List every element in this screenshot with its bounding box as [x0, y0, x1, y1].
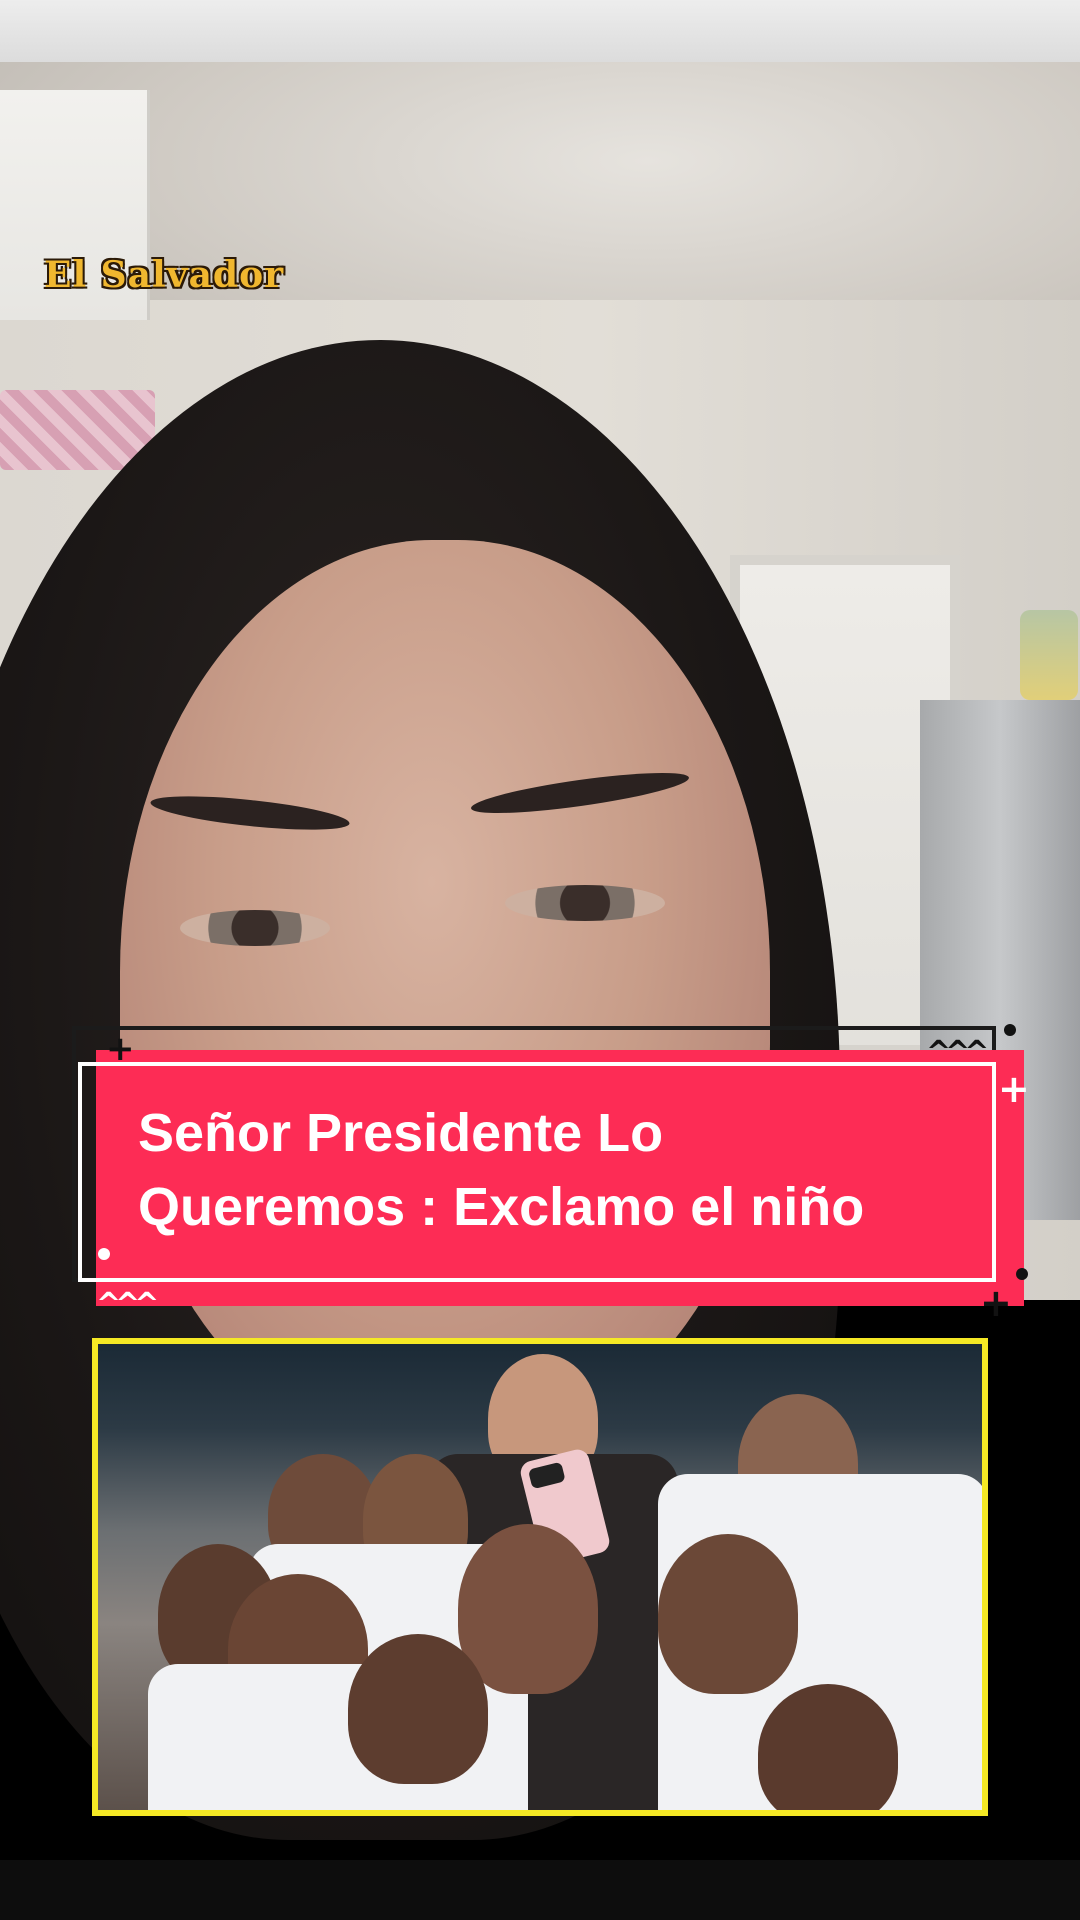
caption-text: Señor Presidente Lo Queremos : Exclamo e… — [138, 1096, 998, 1244]
zigzag-deco-icon: ^^^ — [96, 1287, 159, 1322]
photo-person — [348, 1634, 488, 1784]
presenter-eye-right — [505, 885, 665, 921]
zigzag-deco-icon: ^^^ — [926, 1035, 989, 1070]
watermark-text: El Salvador — [44, 254, 285, 296]
photo-person — [758, 1684, 898, 1810]
top-bar — [0, 0, 1080, 62]
dot-deco-icon — [98, 1248, 110, 1260]
dot-deco-icon — [1004, 1024, 1016, 1036]
plus-deco-icon: + — [980, 1281, 1012, 1325]
background-jar — [1020, 610, 1078, 700]
plus-deco-icon: + — [998, 1067, 1030, 1111]
caption-line-1: Señor Presidente Lo — [138, 1103, 664, 1163]
photo-person — [658, 1534, 798, 1694]
bottom-shade — [0, 1860, 1080, 1920]
embedded-photo — [92, 1338, 988, 1816]
dot-deco-icon — [1016, 1268, 1028, 1280]
video-frame[interactable]: El Salvador Señor Presidente Lo Queremos… — [0, 0, 1080, 1920]
photo-person — [458, 1524, 598, 1694]
plus-deco-icon: + — [106, 1029, 135, 1069]
presenter-eye-left — [180, 910, 330, 946]
caption-line-2: Queremos : Exclamo el niño — [138, 1177, 865, 1237]
